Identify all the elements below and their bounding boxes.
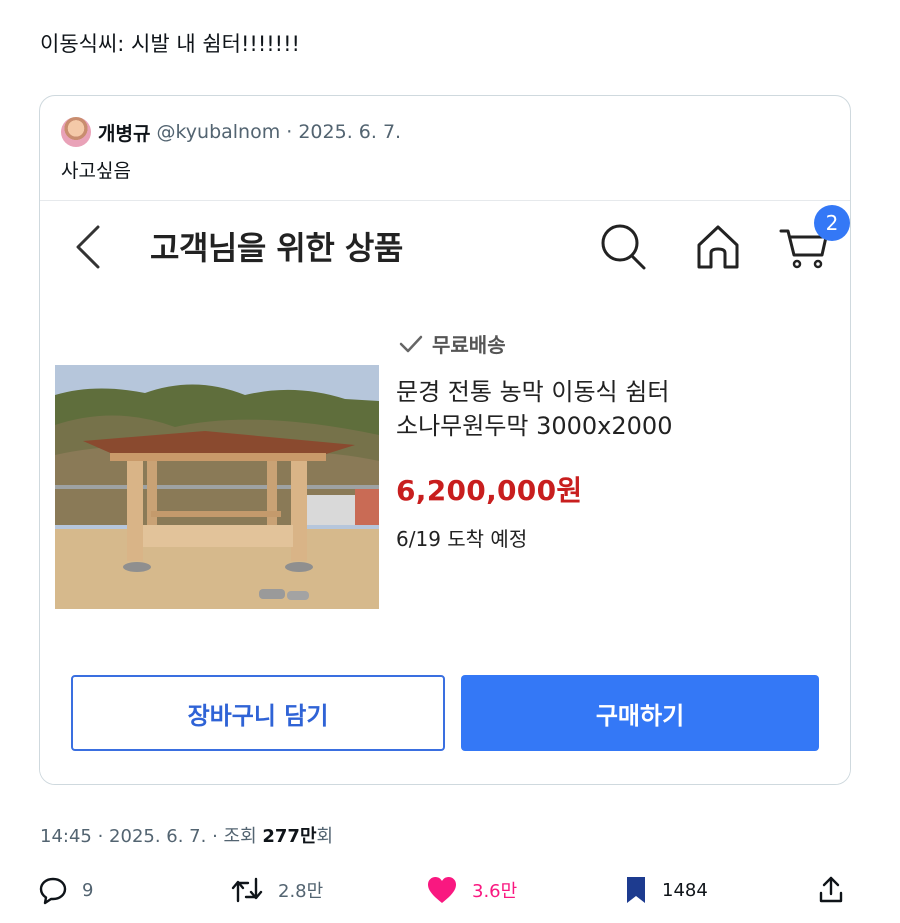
quoted-tweet-text: 사고싶음 — [61, 160, 131, 182]
quoted-tweet-card[interactable]: 개병규 @kyubalnom · 2025. 6. 7. 사고싶음 고객님을 위… — [39, 95, 851, 785]
buy-now-button[interactable]: 구매하기 — [461, 675, 819, 751]
retweet-button[interactable]: 2.8만 — [230, 868, 323, 912]
bookmark-count: 1484 — [662, 879, 708, 901]
product-name-line1: 문경 전통 농막 이동식 쉼터 — [396, 378, 670, 406]
tweet-timestamp[interactable]: 14:45 · 2025. 6. 7. · 조회 — [40, 826, 262, 847]
home-icon — [697, 225, 739, 269]
reply-icon — [39, 877, 67, 905]
retweet-count: 2.8만 — [278, 881, 324, 902]
reply-button[interactable]: 9 — [38, 868, 93, 912]
product-name[interactable]: 문경 전통 농막 이동식 쉼터 소나무원두막 3000x2000 — [396, 375, 816, 443]
add-to-cart-button[interactable]: 장바구니 담기 — [71, 675, 445, 751]
view-suffix: 회 — [316, 826, 334, 847]
tweet-text: 이동식씨: 시발 내 쉼터!!!!!!! — [40, 32, 300, 56]
product-price: 6,200,000원 — [396, 474, 583, 507]
quoted-tweet-header: 개병규 @kyubalnom · 2025. 6. 7. — [61, 116, 401, 148]
author-handle-date: @kyubalnom · 2025. 6. 7. — [156, 121, 402, 143]
author-name[interactable]: 개병규 — [98, 119, 150, 146]
product-image — [55, 365, 379, 609]
delivery-estimate: 6/19 도착 예정 — [396, 527, 528, 551]
like-count: 3.6만 — [472, 881, 518, 902]
back-arrow-icon — [76, 225, 100, 269]
shop-page-title: 고객님을 위한 상품 — [150, 229, 403, 267]
view-count: 277만 — [262, 826, 317, 847]
free-shipping-text: 무료배송 — [432, 333, 506, 357]
cart-count-badge: 2 — [814, 205, 850, 241]
tweet-meta: 14:45 · 2025. 6. 7. · 조회 277만회 — [40, 822, 333, 848]
product-screenshot: 고객님을 위한 상품 2 무료배송 문경 전통 농막 이동식 쉼터 소나무원두막… — [40, 200, 850, 784]
like-button[interactable]: 3.6만 — [426, 868, 517, 912]
reply-count: 9 — [82, 879, 94, 901]
tweet-actions-bar: 9 2.8만 3.6만 1484 — [0, 868, 900, 912]
product-name-line2: 소나무원두막 3000x2000 — [396, 412, 673, 440]
free-shipping-label: 무료배송 — [398, 329, 506, 358]
share-icon — [819, 876, 843, 903]
heart-icon — [428, 877, 456, 903]
bookmark-icon — [627, 877, 645, 903]
search-icon — [601, 224, 646, 270]
share-button[interactable] — [818, 868, 858, 912]
check-icon — [399, 335, 423, 352]
avatar[interactable] — [61, 117, 91, 147]
retweet-icon — [231, 877, 263, 903]
bookmark-button[interactable]: 1484 — [624, 868, 708, 912]
